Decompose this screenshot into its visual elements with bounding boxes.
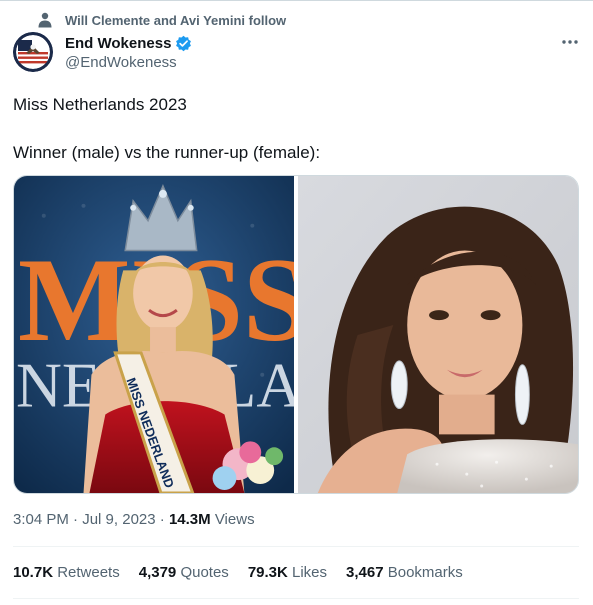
- more-dots-icon[interactable]: [561, 37, 579, 47]
- quotes-stat[interactable]: 4,379 Quotes: [139, 564, 229, 581]
- avatar-flag-eagle-image: [13, 32, 53, 72]
- social-context[interactable]: Will Clemente and Avi Yemini follow: [38, 11, 286, 29]
- tweet-media: MISS NE LA MISS NEDERLAND: [13, 175, 579, 494]
- views-count[interactable]: 14.3M: [169, 511, 211, 528]
- person-icon: [38, 12, 52, 28]
- quotes-count: 4,379: [138, 564, 177, 581]
- tweet-text-line-2: Winner (male) vs the runner-up (female):: [13, 143, 321, 162]
- tweet-time[interactable]: 3:04 PM: [13, 511, 69, 528]
- retweets-count: 10.7K: [13, 564, 54, 581]
- tweet-text-line-1: Miss Netherlands 2023: [13, 95, 187, 114]
- likes-stat[interactable]: 79.3K Likes: [248, 564, 327, 581]
- svg-text:NE: NE: [16, 350, 101, 421]
- divider-line: [13, 598, 579, 599]
- tweet-text: Miss Netherlands 2023 Winner (male) vs t…: [13, 93, 573, 165]
- retweets-label: Retweets: [53, 564, 120, 581]
- media-divider: [294, 176, 296, 493]
- bookmarks-stat[interactable]: 3,467 Bookmarks: [346, 564, 463, 581]
- social-context-text: Will Clemente and Avi Yemini follow: [65, 12, 287, 28]
- views-label: Views: [210, 511, 255, 528]
- tweet-meta: 3:04 PM · Jul 9, 2023 · 14.3M Views: [13, 511, 255, 528]
- avatar[interactable]: [13, 32, 53, 72]
- tweet-date[interactable]: Jul 9, 2023: [82, 511, 155, 528]
- meta-separator: ·: [155, 511, 169, 528]
- likes-count: 79.3K: [247, 564, 288, 581]
- divider-line: [13, 546, 579, 547]
- top-divider: [0, 0, 593, 1]
- meta-separator: ·: [68, 511, 83, 528]
- runner-up-photo[interactable]: [297, 176, 578, 493]
- bookmarks-count: 3,467: [346, 564, 384, 581]
- likes-label: Likes: [287, 564, 328, 581]
- author-name-row[interactable]: End Wokeness: [65, 33, 192, 53]
- author-name[interactable]: End Wokeness: [65, 35, 171, 52]
- retweets-stat[interactable]: 10.7K Retweets: [13, 564, 120, 581]
- quotes-label: Quotes: [176, 564, 229, 581]
- engagement-stats: 10.7K Retweets 4,379 Quotes 79.3K Likes …: [13, 564, 482, 581]
- bookmarks-label: Bookmarks: [383, 564, 463, 581]
- author-handle[interactable]: @EndWokeness: [65, 54, 177, 71]
- verified-badge-icon: [176, 35, 192, 51]
- winner-photo[interactable]: MISS NE LA MISS NEDERLAND: [14, 176, 294, 493]
